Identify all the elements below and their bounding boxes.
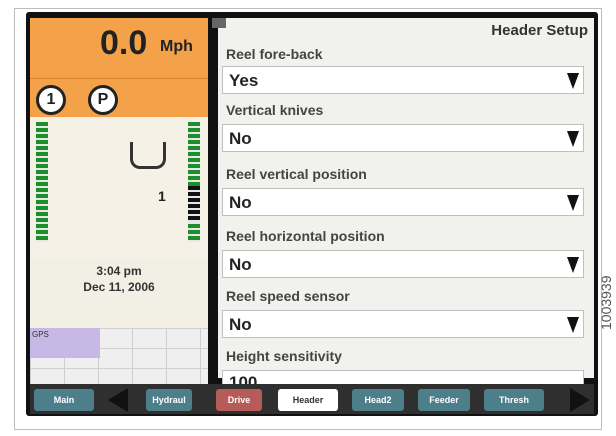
setting-label-reel-vertical-position: Reel vertical position <box>226 166 367 182</box>
terminal-screen: 0.0 Mph 1 P 1 3:04 pm Dec 11, 2006 GPS H… <box>26 12 598 416</box>
left-level-bar <box>36 122 48 242</box>
dropdown-arrow-icon <box>567 73 579 89</box>
dropdown-reel-vertical-position[interactable]: No <box>222 188 584 216</box>
right-arrow-icon[interactable] <box>570 388 590 412</box>
tab-header[interactable]: Header <box>278 389 338 411</box>
tab-hydraul[interactable]: Hydraul <box>146 389 192 411</box>
reel-count: 1 <box>158 188 166 204</box>
header-status-area: 1 <box>30 118 208 258</box>
dropdown-value: Yes <box>229 71 259 90</box>
gear-number-icon: 1 <box>36 85 66 115</box>
park-icon: P <box>88 85 118 115</box>
tab-feeder[interactable]: Feeder <box>418 389 470 411</box>
speed-unit: Mph <box>160 38 193 55</box>
status-panel: 0.0 Mph 1 P 1 3:04 pm Dec 11, 2006 <box>30 18 208 328</box>
clock-date: Dec 11, 2006 <box>83 280 155 294</box>
right-level-indicator <box>188 186 200 222</box>
tab-drive[interactable]: Drive <box>216 389 262 411</box>
header-bar: Header Setup <box>212 18 594 42</box>
dropdown-reel-horizontal-position[interactable]: No <box>222 250 584 278</box>
clock-time: 3:04 pm <box>96 264 142 278</box>
setting-label-reel-fore-back: Reel fore-back <box>226 46 323 62</box>
speed-value: 0.0 <box>100 24 148 62</box>
right-level-bar <box>188 122 200 242</box>
panel-divider <box>208 212 218 312</box>
dropdown-reel-fore-back[interactable]: Yes <box>222 66 584 94</box>
tab-bar: Main Hydraul Drive Header Head2 Feeder T… <box>30 384 594 414</box>
figure-number: 1003939 <box>598 275 614 330</box>
tab-thresh[interactable]: Thresh <box>484 389 544 411</box>
dropdown-arrow-icon <box>567 317 579 333</box>
dropdown-arrow-icon <box>567 131 579 147</box>
gear-indicator: 1 P <box>30 78 208 117</box>
dropdown-arrow-icon <box>567 195 579 211</box>
gps-label: GPS <box>32 330 49 339</box>
speed-display: 0.0 Mph <box>30 18 208 78</box>
header-icon <box>212 18 226 28</box>
setting-label-height-sensitivity: Height sensitivity <box>226 348 342 364</box>
dropdown-reel-speed-sensor[interactable]: No <box>222 310 584 338</box>
header-setup-panel: Header Setup Reel fore-back Yes Vertical… <box>212 18 594 394</box>
dropdown-vertical-knives[interactable]: No <box>222 124 584 152</box>
dropdown-value: No <box>229 315 252 334</box>
tab-main[interactable]: Main <box>34 389 94 411</box>
dropdown-value: No <box>229 193 252 212</box>
dropdown-value: No <box>229 129 252 148</box>
setting-label-reel-horizontal-position: Reel horizontal position <box>226 228 385 244</box>
setting-label-reel-speed-sensor: Reel speed sensor <box>226 288 350 304</box>
setting-label-vertical-knives: Vertical knives <box>226 102 324 118</box>
dropdown-arrow-icon <box>567 257 579 273</box>
reel-icon <box>130 142 166 169</box>
page-title: Header Setup <box>491 22 588 39</box>
left-arrow-icon[interactable] <box>108 388 128 412</box>
dropdown-value: No <box>229 255 252 274</box>
tab-head2[interactable]: Head2 <box>352 389 404 411</box>
